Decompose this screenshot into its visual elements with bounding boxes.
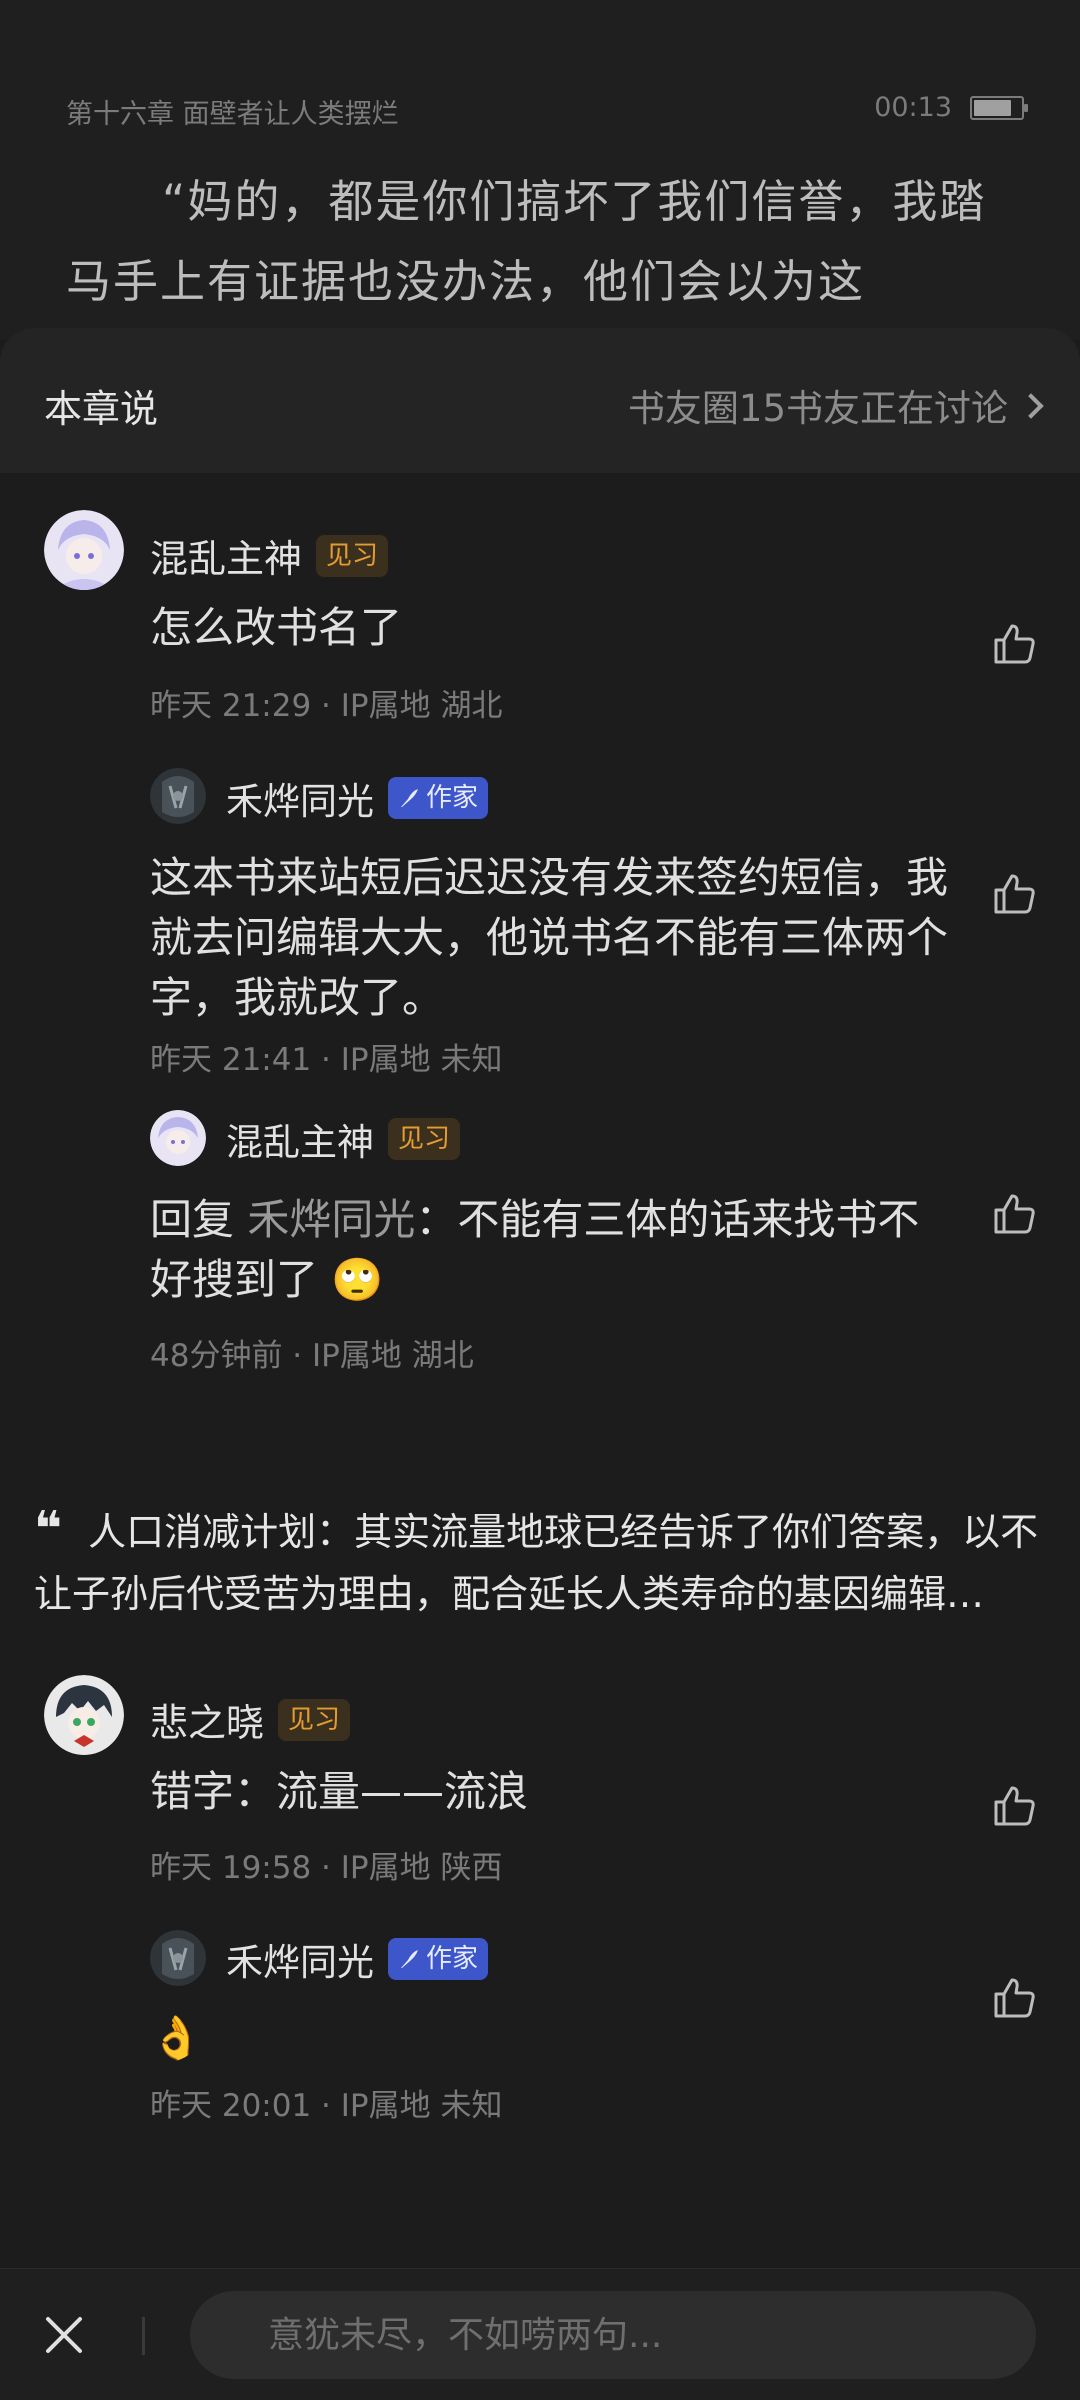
reply-author[interactable]: 禾烨同光 作家 [226,1932,489,1986]
sheet-title: 本章说 [44,387,159,431]
comment-meta: 昨天 21:29 · IP属地 湖北 [150,688,503,724]
thumbs-up-icon[interactable] [990,1190,1038,1238]
time-battery: 00:13 [874,92,1028,123]
author-name[interactable]: 悲之晓 [150,1692,264,1747]
author-name[interactable]: 禾烨同光 [226,1932,374,1986]
author-badge: 作家 [388,1938,489,1980]
divider [142,2317,145,2355]
chevron-right-icon [1018,393,1044,419]
comment-text: 错字：流量——流浪 [150,1767,529,1816]
battery-icon [970,95,1028,120]
quote-text: 人口消减计划：其实流量地球已经告诉了你们答案，以不让子孙后代受苦为理由，配合延长… [34,1510,1039,1616]
level-badge: 见习 [278,1698,351,1741]
avatar[interactable] [150,1930,206,1986]
reader-statusbar: 第十六章 面壁者让人类摆烂 00:13 [66,92,1028,130]
comment-input-bar [0,2268,1080,2400]
eye-roll-emoji-icon: 🙄 [331,1255,384,1304]
reply-mention[interactable]: 禾烨同光 [247,1195,415,1244]
author-name[interactable]: 禾烨同光 [226,771,374,825]
sheet-header: 本章说 书友圈15书友正在讨论 [0,328,1080,473]
quote-icon: ❝ [34,1501,63,1557]
chapter-comments-sheet: 本章说 书友圈15书友正在讨论 混乱主神 见习 怎么改书名了 昨天 21:29 … [0,328,1080,2400]
reply-meta: 昨天 20:01 · IP属地 未知 [150,2088,503,2124]
comment-meta: 昨天 19:58 · IP属地 陕西 [150,1850,503,1886]
battery-fill [974,99,1011,116]
reply-text: 回复 禾烨同光：不能有三体的话来找书不好搜到了 🙄 [150,1190,940,1310]
book-circle-link-label: 书友圈15书友正在讨论 [627,387,1008,430]
author-badge-label: 作家 [426,1944,479,1974]
quoted-passage[interactable]: ❝ 人口消减计划：其实流量地球已经告诉了你们答案，以不让子孙后代受苦为理由，配合延… [34,1498,1050,1625]
close-icon[interactable] [42,2313,86,2357]
thumbs-up-icon[interactable] [990,1974,1038,2022]
avatar[interactable] [44,1675,124,1755]
thumbs-up-icon[interactable] [990,1782,1038,1830]
reply-text: 👌 [150,2013,203,2062]
level-badge: 见习 [388,1118,461,1160]
chapter-title: 第十六章 面壁者让人类摆烂 [66,99,399,130]
reply-meta: 昨天 21:41 · IP属地 未知 [150,1042,503,1078]
comment-author[interactable]: 混乱主神 见习 [150,528,389,583]
reader-text: “妈的，都是你们搞坏了我们信誉，我踏马手上有证据也没办法，他们会以为这 [66,175,987,308]
reply-prefix: 回复 [150,1195,235,1244]
level-badge: 见习 [316,534,389,577]
reply-author[interactable]: 禾烨同光 作家 [226,771,489,825]
thumbs-up-icon[interactable] [990,870,1038,918]
author-name[interactable]: 混乱主神 [226,1112,374,1166]
clock-time: 00:13 [874,92,952,123]
avatar[interactable] [150,1110,206,1166]
reply-meta: 48分钟前 · IP属地 湖北 [150,1338,474,1374]
reply-author[interactable]: 混乱主神 见习 [226,1112,461,1166]
quill-icon [401,1950,418,1968]
book-circle-link[interactable]: 书友圈15书友正在讨论 [627,378,1044,432]
comment-author[interactable]: 悲之晓 见习 [150,1692,351,1747]
reader-area[interactable]: 第十六章 面壁者让人类摆烂 00:13 “妈的，都是你们搞坏了我们信誉，我踏马手… [0,0,1080,340]
author-badge-label: 作家 [426,783,479,813]
author-badge: 作家 [388,777,489,819]
reply-text: 这本书来站短后迟迟没有发来签约短信，我就去问编辑大大，他说书名不能有三体两个字，… [150,853,949,1022]
comment-input[interactable] [190,2291,1036,2379]
thumbs-up-icon[interactable] [990,620,1038,668]
avatar[interactable] [44,510,124,590]
quill-icon [401,789,418,807]
author-name[interactable]: 混乱主神 [150,528,302,583]
comment-text: 怎么改书名了 [150,603,403,652]
avatar[interactable] [150,768,206,824]
